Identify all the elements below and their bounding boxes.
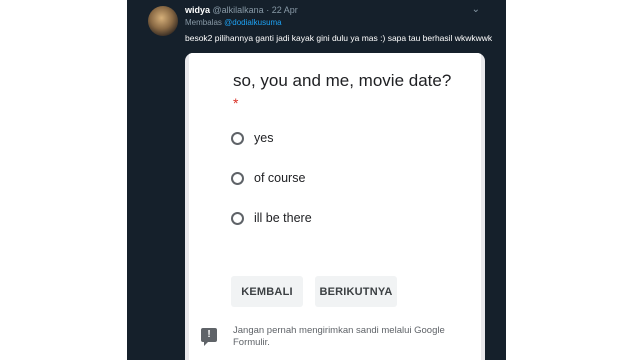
form-question: so, you and me, movie date?	[233, 71, 452, 90]
option-label: of course	[254, 171, 306, 185]
option-ill-be-there[interactable]: ill be there	[231, 208, 312, 228]
back-button[interactable]: KEMBALI	[231, 276, 303, 307]
radio-button[interactable]	[231, 211, 244, 225]
reply-mention[interactable]: @dodialkusuma	[224, 18, 281, 27]
option-label: ill be there	[254, 211, 312, 225]
author-handle-date: @alkilalkana · 22 Apr	[212, 5, 298, 15]
next-button[interactable]: BERIKUTNYA	[315, 276, 397, 307]
tweet-author[interactable]: widya @alkilalkana · 22 Apr	[185, 5, 298, 15]
required-marker: *	[233, 95, 239, 111]
form-card: so, you and me, movie date? * yes of cou…	[189, 53, 481, 360]
radio-button[interactable]	[231, 131, 244, 145]
option-label: yes	[254, 131, 274, 145]
feedback-icon	[201, 328, 217, 346]
option-of-course[interactable]: of course	[231, 168, 305, 188]
tweet-text: besok2 pilihannya ganti jadi kayak gini …	[185, 33, 493, 43]
author-name[interactable]: widya	[185, 5, 210, 15]
avatar[interactable]	[148, 6, 178, 36]
tweet-media[interactable]: so, you and me, movie date? * yes of cou…	[185, 53, 485, 360]
option-yes[interactable]: yes	[231, 128, 273, 148]
chevron-down-icon[interactable]: ⌄	[472, 4, 480, 15]
tweet: widya @alkilalkana · 22 Apr ⌄ Membalas @…	[127, 0, 506, 360]
reply-prefix: Membalas	[185, 18, 222, 27]
password-warning: Jangan pernah mengirimkan sandi melalui …	[233, 325, 445, 348]
reply-context: Membalas @dodialkusuma	[185, 18, 282, 27]
radio-button[interactable]	[231, 171, 244, 185]
